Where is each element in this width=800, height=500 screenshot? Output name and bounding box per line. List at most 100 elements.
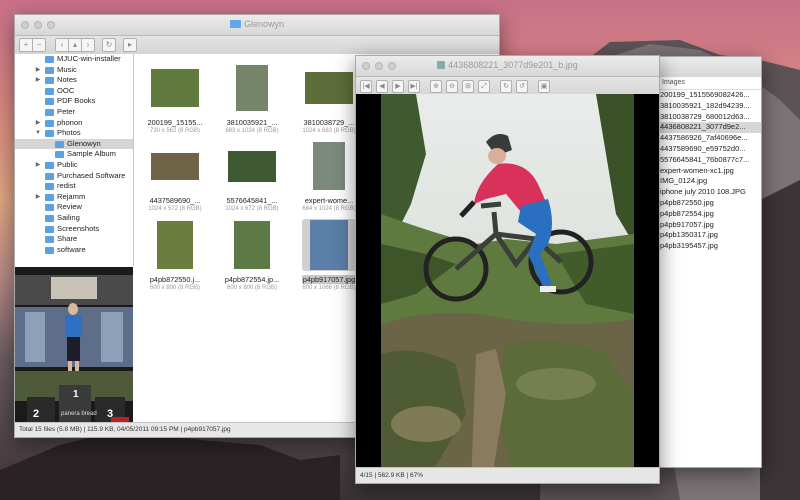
sidebar-item[interactable]: ▶ Notes — [15, 75, 133, 86]
sidebar-item[interactable]: ▶ phonon — [15, 118, 133, 129]
images-list[interactable]: Images 200199_1515569082426... 3810035921… — [657, 77, 761, 467]
preview-caption: panera bread — [61, 411, 97, 417]
image-list-item[interactable]: iphone july 2010 108.JPG — [657, 187, 761, 198]
sidebar-item[interactable]: ▶ Rejamm — [15, 192, 133, 203]
image-list-item[interactable]: p4pb1350317.jpg — [657, 230, 761, 241]
actual-size-icon[interactable]: ⤢ — [478, 79, 490, 93]
add-icon[interactable]: + — [19, 38, 33, 52]
image-list-item[interactable]: 3810035921_182d94239... — [657, 101, 761, 112]
sidebar-item[interactable]: Share — [15, 234, 133, 245]
image-list-item[interactable]: p4pb917057.jpg — [657, 220, 761, 231]
image-list-item[interactable]: 3810038729_680012d63... — [657, 112, 761, 123]
sidebar-item[interactable]: Peter — [15, 107, 133, 118]
thumbnail-image — [228, 150, 276, 182]
images-titlebar[interactable] — [657, 57, 761, 78]
zoom-in-icon[interactable]: ⊕ — [430, 79, 442, 93]
next-icon[interactable]: ▶ — [392, 79, 404, 93]
thumbnail-item[interactable]: p4pb872554.jp... 600 x 800 (8 RGB) — [217, 219, 287, 291]
sidebar-item[interactable]: Purchased Software — [15, 171, 133, 182]
thumbnail-info: 600 x 800 (8 RGB) — [149, 285, 201, 291]
folder-tree[interactable]: MJUC-win-installer ▶ Music ▶ Notes OOC PDF Boo… — [15, 54, 134, 266]
slideshow-icon[interactable]: ▸ — [123, 38, 137, 52]
thumbnail-name: p4pb872550.j... — [149, 275, 201, 284]
last-icon[interactable]: ▶| — [408, 79, 420, 93]
disclosure-triangle-icon[interactable]: ▶ — [35, 65, 41, 76]
sidebar-item[interactable]: Review — [15, 202, 133, 213]
image-list-item[interactable]: p4pb872550.jpg — [657, 198, 761, 209]
image-list-item[interactable]: 4436808221_3077d9e2... — [657, 122, 761, 134]
thumbnail-image — [310, 220, 348, 270]
folder-icon — [45, 246, 54, 254]
rotate-left-icon[interactable]: ↺ — [516, 79, 528, 93]
thumbnail-item[interactable]: p4pb917057.jpg 600 x 1066 (8 RGB) — [294, 219, 364, 291]
thumbnail-name: p4pb917057.jpg — [301, 275, 357, 284]
thumbnail-name: expert-wome... — [304, 196, 354, 205]
folder-icon — [55, 151, 64, 159]
image-list-item[interactable]: 5576645841_76b0877c7... — [657, 155, 761, 166]
browser-titlebar[interactable]: Glenowyn — [15, 15, 499, 36]
zoom-out-icon[interactable]: ⊖ — [446, 79, 458, 93]
first-icon[interactable]: |◀ — [360, 79, 372, 93]
folder-icon — [45, 214, 54, 222]
sidebar-item-label: Share — [57, 234, 78, 244]
thumbnail-info: 600 x 800 (8 RGB) — [226, 285, 278, 291]
refresh-icon[interactable]: ↻ — [102, 38, 116, 52]
image-list-item[interactable]: IMG_0124.jpg — [657, 176, 761, 187]
disclosure-triangle-icon[interactable]: ▶ — [35, 192, 41, 203]
fit-icon[interactable]: ⊞ — [462, 79, 474, 93]
viewer-title: 4436808221_3077d9e201_b.jpg — [448, 60, 578, 70]
folder-icon — [45, 183, 54, 191]
thumbnail-name: 200199_15155... — [147, 118, 203, 127]
photo-display[interactable] — [356, 94, 659, 483]
sidebar-item[interactable]: Sailing — [15, 213, 133, 224]
thumbnail-image — [151, 69, 199, 107]
sidebar-item[interactable]: Glenowyn — [15, 138, 133, 150]
thumbnail-item[interactable]: 200199_15155... 730 x 562 (8 RGB) — [140, 62, 210, 134]
sidebar-item[interactable]: Screenshots — [15, 224, 133, 235]
svg-text:1: 1 — [73, 389, 79, 400]
folder-icon — [229, 20, 241, 28]
thumbnail-info: 684 x 1024 (8 RGB) — [302, 206, 356, 212]
disclosure-triangle-icon[interactable]: ▶ — [35, 75, 41, 86]
image-list-item[interactable]: p4pb3195457.jpg — [657, 241, 761, 252]
folder-icon — [45, 98, 54, 106]
sidebar-item[interactable]: Sample Album — [15, 149, 133, 160]
thumbnail-info: 1024 x 672 (8 RGB) — [225, 206, 279, 212]
disclosure-triangle-icon[interactable]: ▼ — [35, 128, 41, 139]
image-list-item[interactable]: expert-women-xc1.jpg — [657, 166, 761, 177]
folder-icon — [45, 119, 54, 127]
sidebar-item-label: Peter — [57, 106, 76, 116]
image-list-item[interactable]: 4437586926_7af40696e... — [657, 133, 761, 144]
thumbnail-item[interactable]: 4437589690_... 1024 x 572 (8 RGB) — [140, 140, 210, 212]
sidebar-item[interactable]: PDF Books — [15, 96, 133, 107]
back-icon[interactable]: ‹ — [55, 38, 69, 52]
image-list-item[interactable]: 4437589690_e59752d0... — [657, 144, 761, 155]
disclosure-triangle-icon[interactable]: ▶ — [35, 160, 41, 171]
sidebar-item[interactable]: OOC — [15, 86, 133, 97]
remove-icon[interactable]: − — [32, 38, 46, 52]
sidebar-item[interactable]: MJUC-win-installer — [15, 54, 133, 65]
thumbnail-item[interactable]: p4pb872550.j... 600 x 800 (8 RGB) — [140, 219, 210, 291]
cyclist-photo — [356, 94, 659, 483]
thumbnail-item[interactable]: 3810035921_... 683 x 1024 (8 RGB) — [217, 62, 287, 134]
image-list-item[interactable]: p4pb872554.jpg — [657, 209, 761, 220]
sidebar-item[interactable]: software — [15, 245, 133, 256]
sidebar-item[interactable]: redist — [15, 181, 133, 192]
thumbnail-item[interactable]: 3810038729_... 1024 x 683 (8 RGB) — [294, 62, 364, 134]
sidebar-item[interactable]: ▼ Photos — [15, 128, 133, 139]
sidebar-item[interactable]: ▶ Music — [15, 65, 133, 76]
svg-text:2: 2 — [33, 408, 39, 420]
image-list-item[interactable]: 200199_1515569082426... — [657, 90, 761, 101]
thumbnail-item[interactable]: expert-wome... 684 x 1024 (8 RGB) — [294, 140, 364, 212]
up-icon[interactable]: ▴ — [68, 38, 82, 52]
thumbnail-image — [313, 142, 345, 190]
thumbnail-info: 600 x 1066 (8 RGB) — [302, 285, 356, 291]
previous-icon[interactable]: ◀ — [376, 79, 388, 93]
viewer-titlebar[interactable]: 4436808221_3077d9e201_b.jpg — [356, 56, 659, 77]
forward-icon[interactable]: › — [81, 38, 95, 52]
slideshow-icon[interactable]: ▣ — [538, 79, 550, 93]
rotate-right-icon[interactable]: ↻ — [500, 79, 512, 93]
disclosure-triangle-icon[interactable]: ▶ — [35, 118, 41, 129]
sidebar-item[interactable]: ▶ Public — [15, 160, 133, 171]
thumbnail-item[interactable]: 5576645841_... 1024 x 672 (8 RGB) — [217, 140, 287, 212]
